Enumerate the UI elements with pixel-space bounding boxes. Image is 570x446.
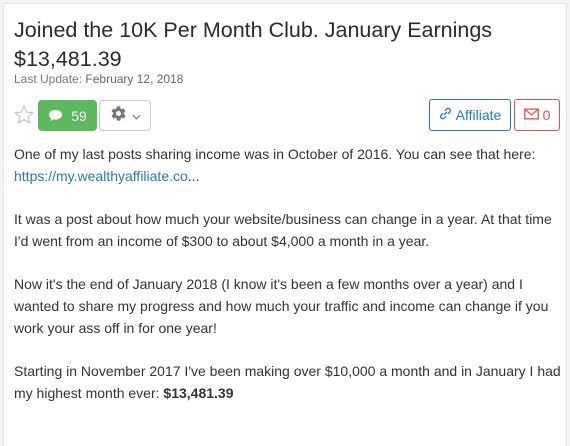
link-icon: [439, 107, 452, 123]
chevron-down-icon: [131, 107, 141, 125]
paragraph-4-text: Starting in November 2017 I've been maki…: [14, 363, 561, 401]
comment-count: 59: [71, 107, 87, 124]
mail-count: 0: [542, 107, 551, 123]
comment-bubble-icon: [48, 109, 63, 122]
link-ellipsis: ...: [187, 168, 200, 184]
post-body: One of my last posts sharing income was …: [14, 143, 562, 425]
income-post-link[interactable]: https://my.wealthyaffiliate.co: [14, 168, 188, 184]
settings-dropdown-button[interactable]: [99, 100, 151, 131]
comments-button[interactable]: 59: [38, 100, 97, 131]
post-title: Joined the 10K Per Month Club. January E…: [14, 18, 493, 71]
post-meta: Last Update: February 12, 2018: [14, 72, 183, 87]
last-update-label: Last Update:: [14, 72, 83, 86]
paragraph-3: Now it's the end of January 2018 (I know…: [14, 276, 549, 336]
affiliate-label: Affiliate: [455, 107, 502, 123]
paragraph-4: Starting in November 2017 I've been maki…: [14, 360, 562, 404]
envelope-icon: [523, 107, 539, 123]
paragraph-1: One of my last posts sharing income was …: [14, 143, 562, 187]
affiliate-button[interactable]: Affiliate: [429, 99, 511, 131]
post-card: Joined the 10K Per Month Club. January E…: [3, 3, 567, 446]
mail-button[interactable]: 0: [514, 99, 560, 131]
gear-icon: [110, 105, 127, 127]
paragraph-2: It was a post about how much your websit…: [14, 211, 552, 249]
earnings-amount: $13,481.39: [163, 385, 234, 401]
paragraph-1-text: One of my last posts sharing income was …: [14, 146, 536, 162]
last-update-date: February 12, 2018: [85, 72, 184, 86]
star-icon[interactable]: [13, 104, 35, 126]
